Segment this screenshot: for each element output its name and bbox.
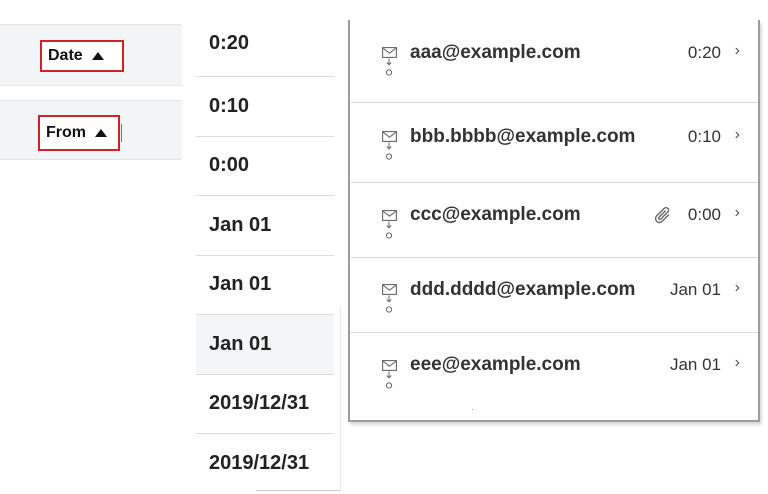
time-label: 0:00: [209, 154, 250, 177]
envelope-icon: [381, 47, 397, 58]
mail-status-icons: [380, 360, 398, 389]
time-row: 2019/12/31: [196, 374, 334, 434]
sort-header-panel: Date From: [0, 0, 182, 160]
triangle-up-icon: [91, 52, 104, 60]
time-label: Jan 01: [209, 273, 272, 296]
mail-list-panel: aaa@example.com 0:20 › bbb.bbbb@example.…: [348, 20, 760, 422]
mail-time: 0:00: [687, 205, 721, 224]
envelope-icon: [381, 360, 397, 371]
stray-pixel: [472, 409, 473, 410]
mail-status-icons: [380, 47, 398, 76]
mail-status-icons: [380, 210, 398, 239]
mail-status-icons: [380, 284, 398, 313]
arrow-down-circle-icon: [385, 221, 393, 239]
sort-row-from: From: [0, 100, 182, 160]
mail-time: 0:20: [687, 43, 721, 62]
envelope-icon: [381, 210, 397, 221]
paperclip-icon: [654, 206, 670, 224]
mail-time: Jan 01: [669, 355, 721, 374]
sort-row-date: Date: [0, 24, 182, 86]
time-row: 0:00: [196, 136, 334, 196]
arrow-down-circle-icon: [385, 371, 393, 389]
column-divider: [340, 306, 341, 492]
mail-list-item[interactable]: aaa@example.com 0:20 ›: [350, 20, 758, 103]
chevron-right-icon: ›: [734, 204, 740, 221]
time-column: 0:20 0:10 0:00 Jan 01 Jan 01 Jan 01 2019…: [196, 16, 334, 494]
mail-time: 0:10: [687, 127, 721, 146]
time-label: 0:10: [209, 94, 250, 117]
arrow-down-circle-icon: [385, 142, 393, 160]
time-label: Jan 01: [209, 213, 272, 236]
mail-list-item[interactable]: bbb.bbbb@example.com 0:10 ›: [350, 102, 758, 183]
sort-by-date-label: Date: [48, 47, 83, 64]
time-label: 0:20: [209, 32, 250, 54]
mail-list-item[interactable]: ccc@example.com 0:00 ›: [350, 182, 758, 258]
time-row: Jan 01: [196, 255, 334, 315]
mail-sender: ddd.dddd@example.com: [410, 279, 636, 300]
mail-sender: bbb.bbbb@example.com: [410, 126, 636, 147]
text-cursor: [121, 124, 122, 142]
envelope-icon: [381, 284, 397, 295]
mail-sender: eee@example.com: [410, 354, 581, 375]
mail-list-item[interactable]: eee@example.com Jan 01 ›: [350, 332, 758, 420]
time-label: 2019/12/31: [209, 392, 310, 415]
mail-sender: aaa@example.com: [410, 42, 581, 63]
time-row: 2019/12/31: [196, 434, 334, 494]
chevron-right-icon: ›: [734, 126, 740, 143]
mail-list-item[interactable]: ddd.dddd@example.com Jan 01 ›: [350, 257, 758, 333]
mail-status-icons: [380, 131, 398, 160]
arrow-down-circle-icon: [385, 58, 393, 76]
chevron-right-icon: ›: [734, 354, 740, 371]
bottom-divider: [256, 490, 340, 491]
time-label: Jan 01: [209, 332, 272, 355]
mail-sender: ccc@example.com: [410, 204, 581, 225]
time-row: Jan 01: [196, 196, 334, 256]
triangle-up-icon: [95, 129, 107, 137]
time-row: 0:20: [196, 16, 334, 77]
time-row: Jan 01: [196, 315, 334, 375]
sort-by-from-button[interactable]: From: [38, 115, 120, 151]
chevron-right-icon: ›: [734, 42, 740, 59]
mail-time: Jan 01: [669, 280, 721, 299]
envelope-icon: [381, 131, 397, 142]
time-row: 0:10: [196, 77, 334, 137]
time-label: 2019/12/31: [209, 452, 310, 475]
sort-by-date-button[interactable]: Date: [40, 40, 124, 72]
sort-by-from-label: From: [46, 124, 86, 141]
arrow-down-circle-icon: [385, 295, 393, 313]
chevron-right-icon: ›: [734, 279, 740, 296]
